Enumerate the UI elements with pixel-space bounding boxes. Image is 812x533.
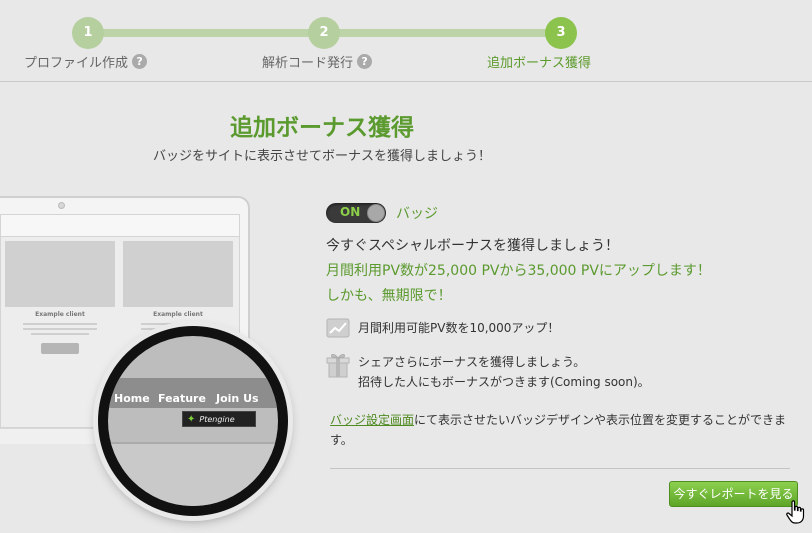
magnified-lower (108, 442, 278, 506)
badge-toggle[interactable]: ON (326, 203, 386, 223)
step-2-circle: 2 (308, 17, 340, 49)
screen-text-line (23, 323, 97, 325)
step-connector (88, 29, 324, 37)
help-icon[interactable]: ? (132, 54, 148, 69)
feature-text: 招待した人にもボーナスがつきます(Coming soon)。 (358, 375, 650, 389)
step-connector (324, 29, 562, 37)
page-title: 追加ボーナス獲得 (230, 115, 414, 141)
offer-lead: 今すぐスペシャルボーナスを獲得しましょう！ (326, 238, 620, 254)
chart-icon (326, 318, 350, 341)
screen-card-caption: Example client (35, 311, 85, 318)
step-2-label: 解析コード発行 ? (262, 52, 373, 71)
magnified-nav-item: Join Us (216, 392, 259, 405)
step-3-circle: 3 (545, 17, 577, 49)
page-subtitle: バッジをサイトに表示させてボーナスを獲得しましょう！ (152, 149, 491, 164)
step-1-circle: 1 (72, 17, 104, 49)
magnifier-lens: Home Feature Join Us ✦ Ptengine (98, 326, 288, 516)
step-2-text: 解析コード発行 (262, 56, 354, 71)
screen-card (5, 241, 115, 307)
offer-highlight: 月間利用PV数が25,000 PVから35,000 PVにアップします！ (326, 263, 711, 279)
screen-card-caption: Example client (153, 311, 203, 318)
divider (330, 468, 790, 469)
feature-text: 月間利用可能PV数を10,000アップ！ (358, 321, 560, 335)
step-1-text: プロファイル作成 (24, 56, 129, 71)
ptengine-badge: ✦ Ptengine (182, 411, 256, 427)
screen-topbar (1, 215, 239, 237)
toggle-knob (367, 204, 385, 222)
step-3-label: 追加ボーナス獲得 (487, 52, 591, 71)
feature-share: シェアさらにボーナスを獲得しましょう。 招待した人にもボーナスがつきます(Com… (326, 352, 650, 392)
magnified-area: Home Feature Join Us ✦ Ptengine (108, 336, 278, 506)
help-icon[interactable]: ? (357, 54, 373, 69)
screen-text-line (31, 333, 89, 335)
pulse-icon: ✦ (187, 413, 196, 425)
settings-note: バッジ設定画面にて表示させたいバッジデザインや表示位置を変更することができます。 (330, 410, 790, 450)
gift-icon (326, 352, 350, 392)
step-1-label: プロファイル作成 ? (24, 52, 148, 71)
screen-button (41, 343, 79, 354)
hand-cursor-icon (786, 500, 805, 524)
screen-text-line (141, 323, 215, 325)
progress-stepper: 1 2 3 プロファイル作成 ? 解析コード発行 ? 追加ボーナス獲得 (0, 0, 812, 82)
step-3-text: 追加ボーナス獲得 (487, 56, 592, 71)
toggle-state: ON (340, 205, 361, 219)
badge-text: Ptengine (199, 414, 235, 424)
feature-pv: 月間利用可能PV数を10,000アップ！ (326, 318, 559, 341)
view-report-button[interactable]: 今すぐレポートを見る (669, 481, 798, 507)
magnified-nav-item: Home (114, 392, 150, 405)
toggle-label: バッジ (396, 206, 438, 222)
badge-settings-link[interactable]: バッジ設定画面 (330, 413, 414, 427)
magnified-navbar: Home Feature Join Us (108, 378, 278, 408)
screen-card (123, 241, 233, 307)
laptop-camera (58, 202, 65, 209)
feature-text: シェアさらにボーナスを獲得しましょう。 (358, 355, 586, 369)
offer-highlight: しかも、無期限で！ (326, 288, 452, 304)
magnified-nav-item: Feature (158, 392, 206, 405)
screen-text-line (23, 328, 97, 330)
